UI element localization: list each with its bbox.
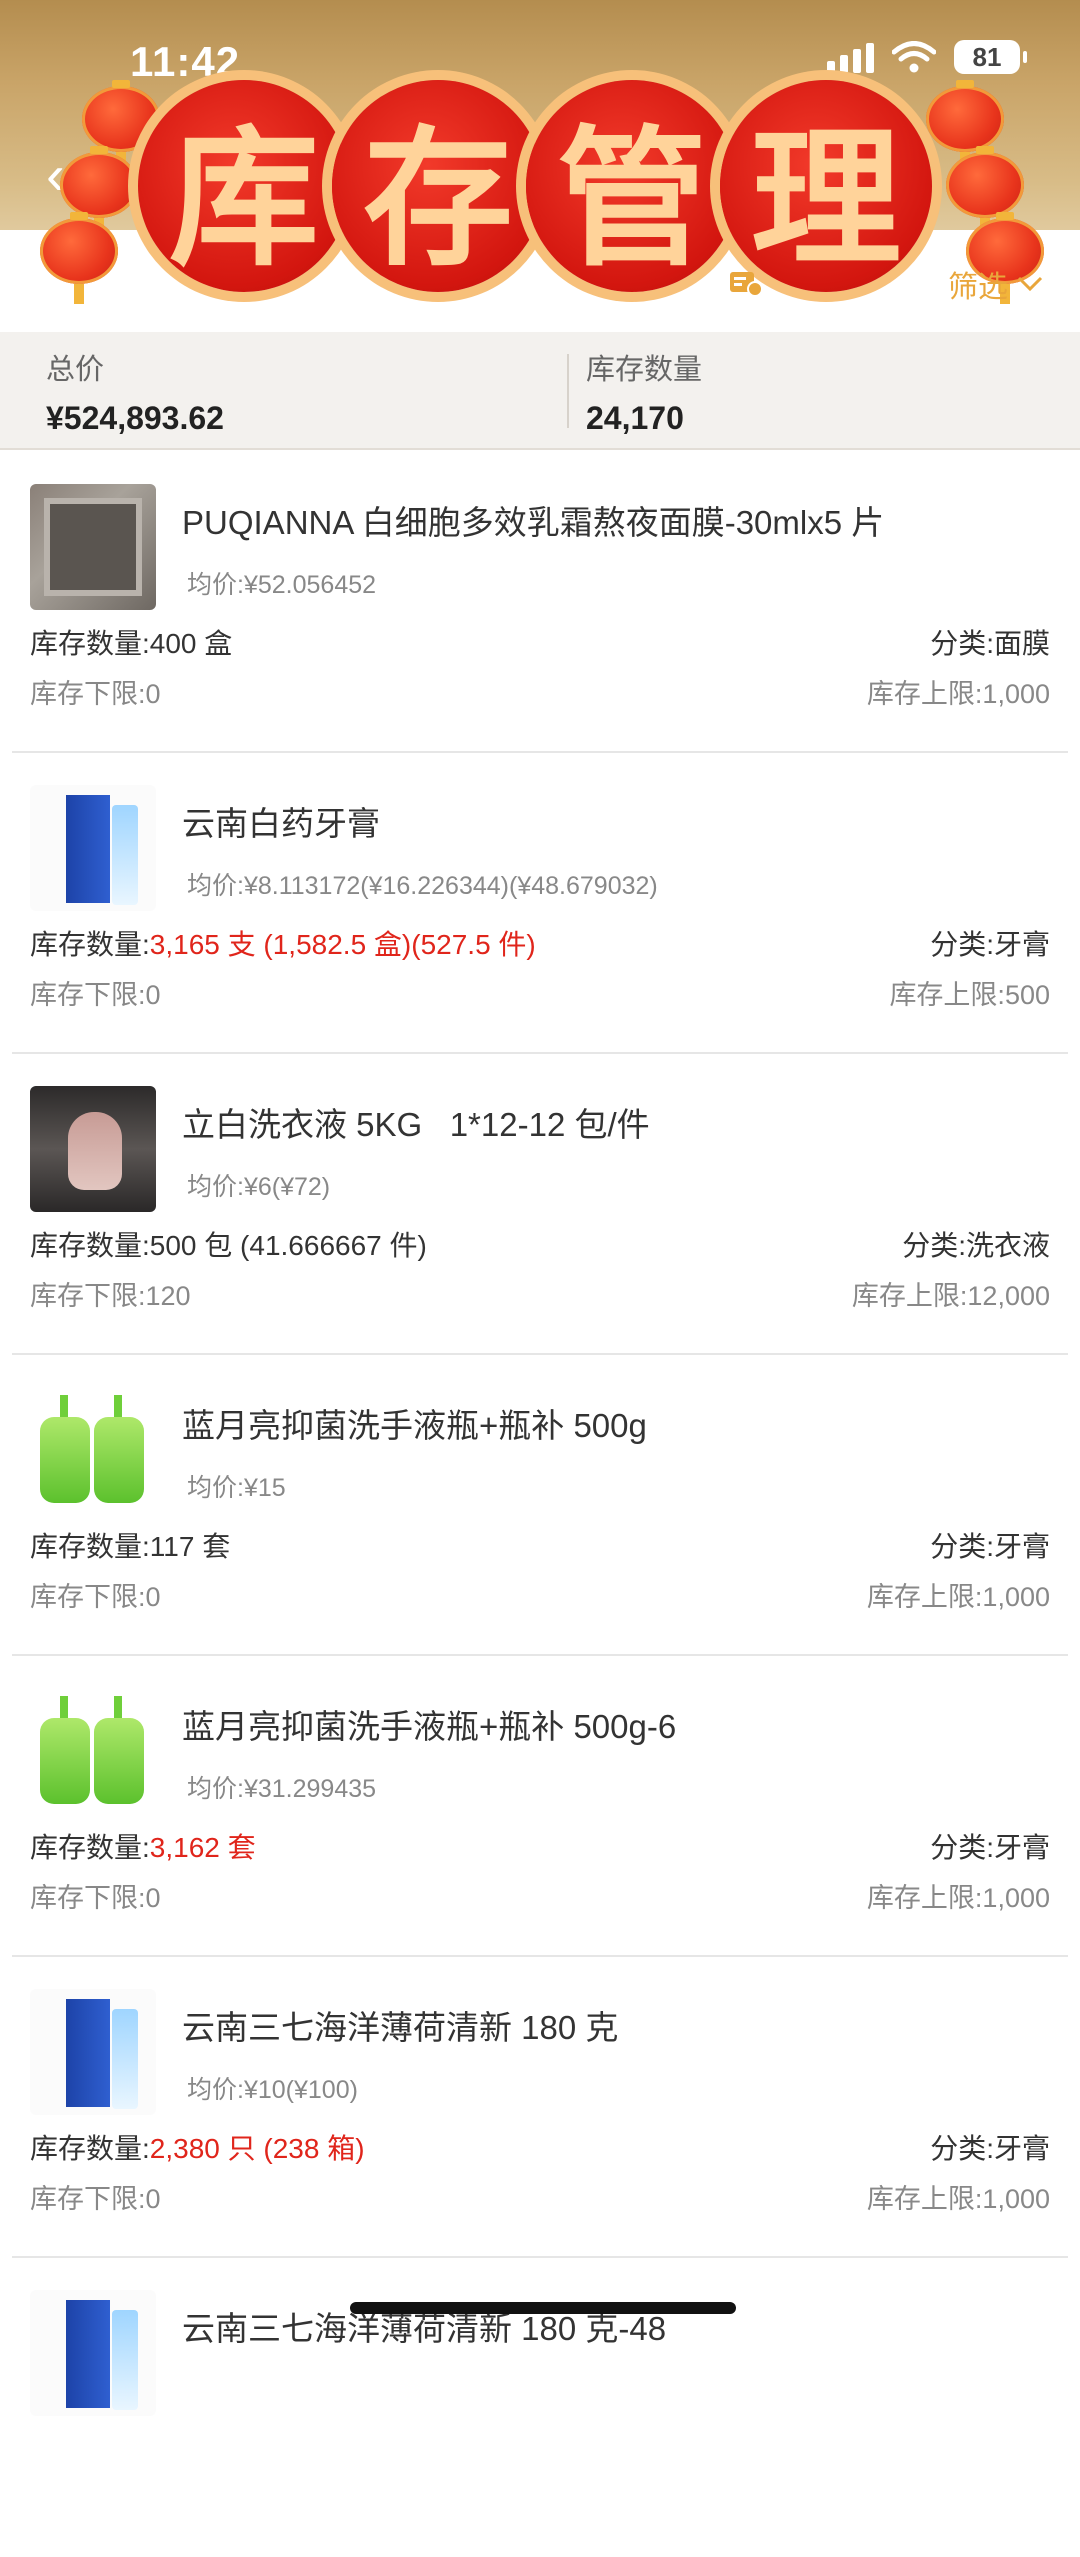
stock-min: 库存下限:0 xyxy=(30,980,161,1010)
list-item[interactable]: PUQIANNA 白细胞多效乳霜熬夜面膜-30mlx5 片 均价:¥52.056… xyxy=(12,452,1068,753)
title-banner: 库 存 管 理 xyxy=(40,68,1044,318)
list-item[interactable]: 云南三七海洋薄荷清新 180 克 均价:¥10(¥100) 库存数量:2,380… xyxy=(12,1957,1068,2258)
product-image xyxy=(30,1086,156,1212)
header-banner: 11:42 81 ‹ 库 存 管 理 筛选 xyxy=(0,0,1080,330)
lantern-icon xyxy=(926,80,1004,172)
category: 分类:面膜 xyxy=(930,628,1050,659)
stock-qty-label: 库存数量 xyxy=(586,354,703,386)
stock-max: 库存上限:1,000 xyxy=(866,1883,1050,1913)
product-name: 蓝月亮抑菌洗手液瓶+瓶补 500g xyxy=(182,1407,647,1444)
inventory-list: PUQIANNA 白细胞多效乳霜熬夜面膜-30mlx5 片 均价:¥52.056… xyxy=(0,452,1080,2557)
stock-qty-value: 24,170 xyxy=(586,400,684,436)
stock-min: 库存下限:120 xyxy=(30,1281,191,1311)
list-item[interactable]: 蓝月亮抑菌洗手液瓶+瓶补 500g-6 均价:¥31.299435 库存数量:3… xyxy=(12,1656,1068,1957)
product-image xyxy=(30,2290,156,2416)
category: 分类:牙膏 xyxy=(930,1531,1050,1562)
category: 分类:牙膏 xyxy=(930,929,1050,960)
stock-max: 库存上限:1,000 xyxy=(866,679,1050,709)
list-item[interactable]: 蓝月亮抑菌洗手液瓶+瓶补 500g 均价:¥15 库存数量:117 套 分类:牙膏… xyxy=(12,1355,1068,1656)
product-name: 立白洗衣液 5KG 1*12-12 包/件 xyxy=(182,1106,650,1143)
product-image xyxy=(30,484,156,610)
product-price: 均价:¥8.113172(¥16.226344)(¥48.679032) xyxy=(187,872,658,900)
inventory-scan-icon[interactable] xyxy=(728,268,764,298)
product-price: 均价:¥52.056452 xyxy=(187,571,377,599)
lantern-icon xyxy=(60,146,138,238)
stock-max: 库存上限:12,000 xyxy=(851,1281,1050,1311)
stock-value: 3,162 套 xyxy=(149,1832,256,1863)
total-price-value: ¥524,893.62 xyxy=(46,400,224,436)
stock-max: 库存上限:1,000 xyxy=(866,1582,1050,1612)
lantern-icon xyxy=(40,212,118,304)
product-image xyxy=(30,1688,156,1814)
product-price: 均价:¥15 xyxy=(187,1474,286,1502)
home-indicator[interactable] xyxy=(350,2302,736,2314)
stock-max: 库存上限:1,000 xyxy=(866,2184,1050,2214)
product-image xyxy=(30,1989,156,2115)
list-item[interactable]: 立白洗衣液 5KG 1*12-12 包/件 均价:¥6(¥72) 库存数量:50… xyxy=(12,1054,1068,1355)
product-price: 均价:¥10(¥100) xyxy=(187,2076,358,2104)
stock-min: 库存下限:0 xyxy=(30,1883,161,1913)
stock-value: 2,380 只 (238 箱) xyxy=(149,2133,365,2164)
chevron-down-icon xyxy=(1017,276,1043,292)
stock-max: 库存上限:500 xyxy=(889,980,1050,1010)
product-name: 云南白药牙膏 xyxy=(182,805,380,842)
title-char: 库 xyxy=(138,80,350,292)
stock-value: 500 包 (41.666667 件) xyxy=(149,1230,427,1261)
product-name: 蓝月亮抑菌洗手液瓶+瓶补 500g-6 xyxy=(182,1708,677,1745)
category: 分类:牙膏 xyxy=(930,2133,1050,2164)
filter-label: 筛选 xyxy=(948,271,1008,304)
filter-button[interactable]: 筛选 xyxy=(948,262,1044,306)
total-price-block: 总价 ¥524,893.62 xyxy=(46,346,224,437)
category: 分类:牙膏 xyxy=(930,1832,1050,1863)
stock-value: 3,165 支 (1,582.5 盒)(527.5 件) xyxy=(149,929,536,960)
category: 分类:洗衣液 xyxy=(902,1230,1050,1261)
product-image xyxy=(30,785,156,911)
product-price: 均价:¥6(¥72) xyxy=(187,1173,331,1201)
title-char: 管 xyxy=(526,80,738,292)
product-name: 云南三七海洋薄荷清新 180 克 xyxy=(182,2009,619,2046)
stock-label: 库存数量: xyxy=(30,1230,150,1261)
stock-label: 库存数量: xyxy=(30,929,150,960)
stock-value: 400 盒 xyxy=(149,628,233,659)
stock-min: 库存下限:0 xyxy=(30,1582,161,1612)
product-price: 均价:¥31.299435 xyxy=(187,1775,377,1803)
title-char: 理 xyxy=(720,80,932,292)
stock-label: 库存数量: xyxy=(30,1832,150,1863)
stock-label: 库存数量: xyxy=(30,2133,150,2164)
summary-divider xyxy=(567,354,569,428)
list-item[interactable]: 云南白药牙膏 均价:¥8.113172(¥16.226344)(¥48.6790… xyxy=(12,753,1068,1054)
stock-qty-block: 库存数量 24,170 xyxy=(586,346,702,437)
stock-min: 库存下限:0 xyxy=(30,2184,161,2214)
lantern-icon xyxy=(946,146,1024,238)
title-char: 存 xyxy=(332,80,544,292)
product-name: PUQIANNA 白细胞多效乳霜熬夜面膜-30mlx5 片 xyxy=(182,504,885,541)
stock-min: 库存下限:0 xyxy=(30,679,161,709)
stock-label: 库存数量: xyxy=(30,1531,150,1562)
stock-label: 库存数量: xyxy=(30,628,150,659)
product-image xyxy=(30,1387,156,1513)
summary-bar: 总价 ¥524,893.62 库存数量 24,170 xyxy=(0,332,1080,450)
stock-value: 117 套 xyxy=(149,1531,231,1562)
total-price-label: 总价 xyxy=(46,354,105,386)
